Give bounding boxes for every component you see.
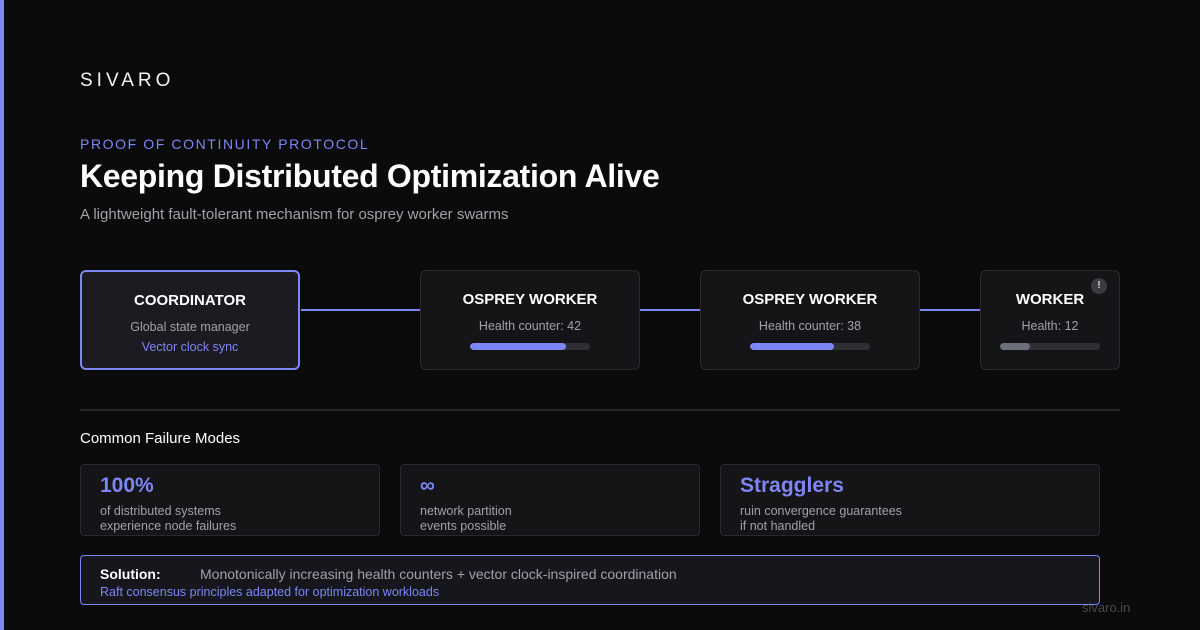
section-divider <box>80 409 1120 411</box>
infinity-icon: ∞ <box>420 474 435 497</box>
osprey-worker-node-1: OSPREY WORKER Health counter: 42 <box>420 270 640 370</box>
worker-1-health-bar <box>470 343 590 350</box>
coordinator-subtitle: Global state manager <box>130 320 250 334</box>
coordinator-title: COORDINATOR <box>134 292 246 309</box>
coordinator-detail: Vector clock sync <box>141 340 239 354</box>
coordinator-node: COORDINATOR Global state manager Vector … <box>80 270 300 370</box>
failure-card-line-2: events possible <box>420 519 507 533</box>
failure-card-stragglers: Stragglers ruin convergence guarantees i… <box>720 464 1100 536</box>
failure-card-network-partition: ∞ network partition events possible <box>400 464 700 536</box>
solution-note: Raft consensus principles adapted for op… <box>100 585 440 599</box>
failure-modes-title: Common Failure Modes <box>80 430 241 447</box>
failure-card-line-1: network partition <box>420 504 512 518</box>
worker-2-health-fill <box>750 343 834 350</box>
worker-3-title: WORKER <box>1015 291 1085 308</box>
failure-card-stat: Stragglers <box>740 474 844 497</box>
eyebrow-label: PROOF OF CONTINUITY PROTOCOL <box>80 136 370 152</box>
page-subtitle: A lightweight fault-tolerant mechanism f… <box>80 206 509 223</box>
worker-3-health-bar <box>1000 343 1100 350</box>
page-title: Keeping Distributed Optimization Alive <box>80 158 660 194</box>
footer-url: sivaro.in <box>1082 600 1131 615</box>
brand-logo: SIVARO <box>80 70 175 91</box>
worker-2-title: OSPREY WORKER <box>742 291 878 308</box>
worker-2-health-label: Health counter: 38 <box>758 319 862 333</box>
solution-label: Solution: <box>100 566 161 582</box>
worker-1-health-fill <box>470 343 566 350</box>
left-accent-bar <box>0 0 4 630</box>
failure-card-line-2: if not handled <box>740 519 816 533</box>
worker-1-health-label: Health counter: 42 <box>478 319 582 333</box>
failure-card-line-1: of distributed systems <box>100 504 221 518</box>
osprey-worker-node-2: OSPREY WORKER Health counter: 38 <box>700 270 920 370</box>
solution-callout: Solution: Monotonically increasing healt… <box>80 555 1100 605</box>
worker-node-3: ! WORKER Health: 12 <box>980 270 1120 370</box>
failure-card-stat: 100% <box>100 474 154 497</box>
failure-card-node-failures: 100% of distributed systems experience n… <box>80 464 380 536</box>
worker-3-health-label: Health: 12 <box>1021 319 1079 333</box>
solution-text: Monotonically increasing health counters… <box>200 566 677 582</box>
failure-card-line-2: experience node failures <box>100 519 237 533</box>
worker-3-health-fill <box>1000 343 1030 350</box>
worker-1-title: OSPREY WORKER <box>462 291 598 308</box>
failure-card-line-1: ruin convergence guarantees <box>740 504 902 518</box>
worker-2-health-bar <box>750 343 870 350</box>
